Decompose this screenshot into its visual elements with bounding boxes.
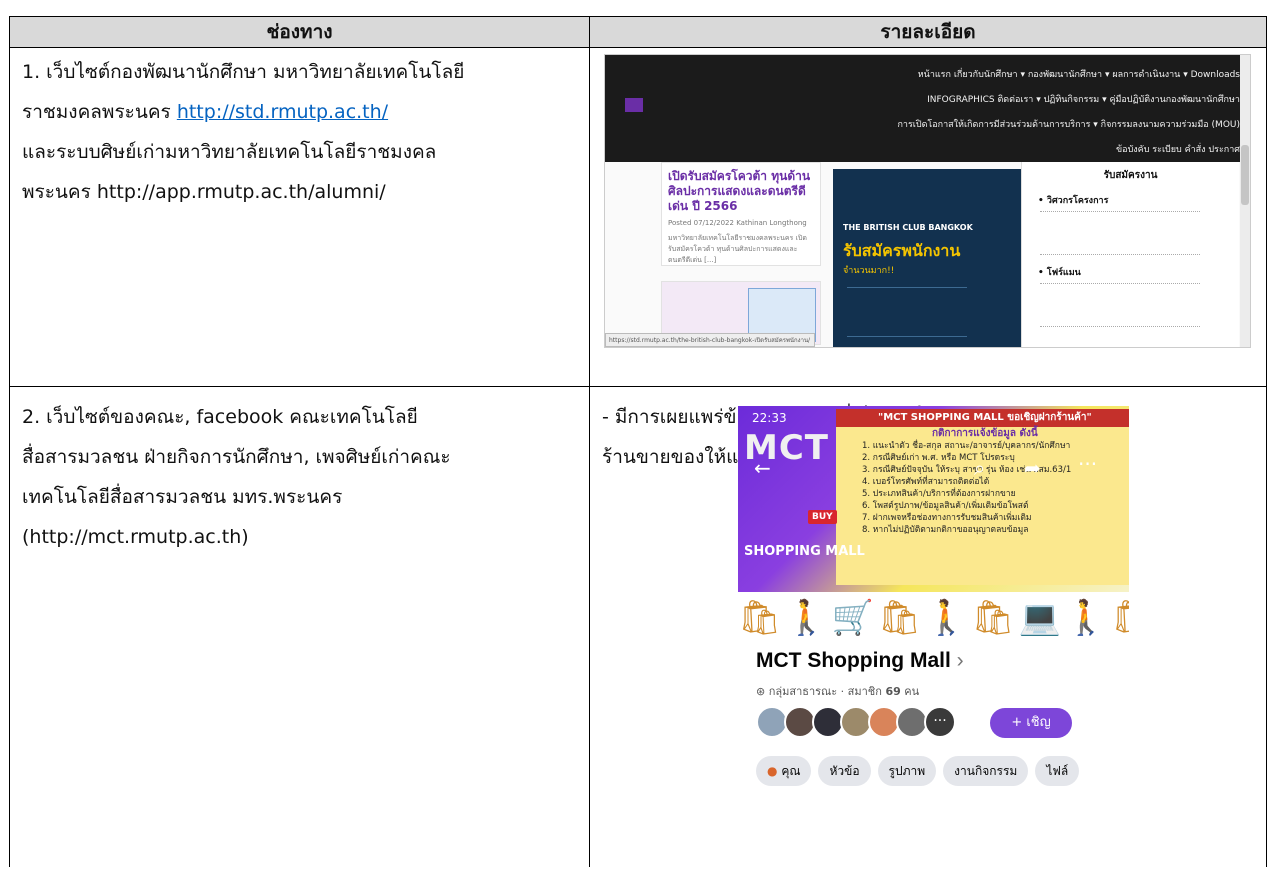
post-excerpt: มหาวิทยาลัยเทคโนโลยีราชมงคลพระนคร เปิดรั… [668,234,807,264]
buy-tag: BUY [808,510,837,524]
row2-line4: (http://mct.rmutp.ac.th) [22,526,249,548]
site-nav-bar: หน้าแรก เกี่ยวกับนักศึกษา ▾ กองพัฒนานักศ… [605,55,1250,162]
site-logo [625,98,643,112]
poster-lines [847,287,967,337]
doc-title: รับสมัครงาน [1103,170,1158,181]
chip-files[interactable]: ไฟล์ [1035,756,1080,786]
rule-6: 6. โพสต์รูปภาพ/ข้อมูลสินค้า/เพิ่มเติมข้อ… [862,501,1029,511]
group-tabs: ● คุณ หัวข้อ รูปภาพ งานกิจกรรม ไฟล์ [756,756,1086,786]
header-detail: รายละเอียด [589,16,1267,48]
member-count: 69 [885,685,901,698]
rule-7: 7. ฝากเพจหรือช่องทางการรับชมสินค้าเพิ่มเ… [862,513,1032,523]
page-scrollbar[interactable] [1240,55,1250,347]
poster-sub: จำนวนมาก!! [843,266,895,276]
chip-you[interactable]: ● คุณ [756,756,812,786]
poster-club: THE BRITISH CLUB BANGKOK [843,223,973,232]
row2-line2: สื่อสารมวลชน ฝ่ายกิจการนักศึกษา, เพจศิษย… [22,446,451,468]
poster-headline: รับสมัครพนักงาน [843,241,961,260]
nav-row-3: การเปิดโอกาสให้เกิดการมีส่วนร่วมด้านการบ… [897,120,1240,130]
invite-button[interactable]: + เชิญ [990,708,1072,738]
more-members-icon[interactable]: ··· [924,706,956,738]
job-document: รับสมัครงาน • วิศวกรโครงการ • โฟร์แมน [1021,162,1239,347]
back-arrow-icon[interactable]: ← [754,458,771,478]
more-options-icon[interactable]: ··· [1078,454,1097,474]
row1-line3: และระบบศิษย์เก่ามหาวิทยาลัยเทคโนโลยีราชม… [22,141,437,163]
chip-photos[interactable]: รูปภาพ [877,756,937,786]
globe-icon: ⊛ [756,685,766,698]
row2-channel-cell: 2. เว็บไซต์ของคณะ, facebook คณะเทคโนโลยี… [9,386,590,867]
rule-5: 5. ประเภทสินค้า/บริการที่ต้องการฝากขาย [862,489,1016,499]
group-name[interactable]: MCT Shopping Mall › [756,649,964,673]
std-website-screenshot: หน้าแรก เกี่ยวกับนักศึกษา ▾ กองพัฒนานักศ… [604,54,1251,348]
nav-row-2: INFOGRAPHICS ติดต่อเรา ▾ ปฏิทินกิจกรรม ▾… [927,95,1240,105]
doc-item-2-lines [1040,283,1200,327]
user-avatar-icon: ● [767,764,778,778]
post-card: เปิดรับสมัครโควต้า ทุนด้านศิลปะการแสดงแล… [661,162,821,266]
facebook-group-screenshot: "MCT SHOPPING MALL ขอเชิญฝากร้านค้า" กติ… [738,406,1129,808]
rules-head: กติกาการแจ้งข้อมูล ดังนี้ [932,428,1038,439]
row1-line2: ราชมงคลพระนคร http://std.rmutp.ac.th/ [22,101,389,123]
rule-1: 1. แนะนำตัว ชื่อ-สกุล สถานะ/อาจารย์/บุคล… [862,441,1071,451]
post-title: เปิดรับสมัครโควต้า ทุนด้านศิลปะการแสดงแล… [668,169,811,213]
banner-head: "MCT SHOPPING MALL ขอเชิญฝากร้านค้า" [836,409,1129,427]
doc-item-2: • โฟร์แมน [1038,268,1081,278]
row1-line4: พระนคร http://app.rmutp.ac.th/alumni/ [22,181,386,203]
row2-line3: เทคโนโลยีสื่อสารมวลชน มทร.พระนคร [22,486,343,508]
row1-channel-cell: 1. เว็บไซต์กองพัฒนานักศึกษา มหาวิทยาลัยเ… [9,47,590,387]
doc-item-1: • วิศวกรโครงการ [1038,196,1109,206]
shopping-mall-label: SHOPPING MALL [744,544,865,559]
nav-row-4: ข้อบังคับ ระเบียบ คำสั่ง ประกาศ [1116,145,1240,155]
group-meta: ⊛ กลุ่มสาธารณะ · สมาชิก 69 คน [756,685,920,698]
status-time: 22:33 [752,411,787,425]
cover-rules: กติกาการแจ้งข้อมูล ดังนี้ 1. แนะนำตัว ชื… [862,428,1071,536]
group-cover: "MCT SHOPPING MALL ขอเชิญฝากร้านค้า" กติ… [738,406,1129,592]
job-poster: THE BRITISH CLUB BANGKOK รับสมัครพนักงาน… [833,169,1023,347]
header-channel: ช่องทาง [9,16,590,48]
row1-line1: 1. เว็บไซต์กองพัฒนานักศึกษา มหาวิทยาลัยเ… [22,61,465,83]
shoppers-illustration: 🛍🚶🛒🛍🚶🛍💻🚶🛍🚶 [738,592,1129,644]
chip-events[interactable]: งานกิจกรรม [943,756,1029,786]
nav-row-1: หน้าแรก เกี่ยวกับนักศึกษา ▾ กองพัฒนานักศ… [917,70,1240,80]
std-website-link[interactable]: http://std.rmutp.ac.th/ [177,101,388,123]
row2-line1: 2. เว็บไซต์ของคณะ, facebook คณะเทคโนโลยี [22,406,418,428]
chevron-right-icon: › [956,649,964,672]
chip-topics[interactable]: หัวข้อ [818,756,871,786]
status-url: https://std.rmutp.ac.th/the-british-club… [605,333,815,347]
share-icon[interactable]: ➦ [1024,458,1041,478]
rule-8: 8. หากไม่ปฏิบัติตามกติกาขออนุญาตลบข้อมูล [862,525,1029,535]
doc-item-1-lines [1040,211,1200,255]
search-icon[interactable]: ⌕ [974,458,985,478]
post-meta: Posted 07/12/2022 Kathinan Longthong [668,219,807,227]
scroll-thumb[interactable] [1241,145,1249,205]
